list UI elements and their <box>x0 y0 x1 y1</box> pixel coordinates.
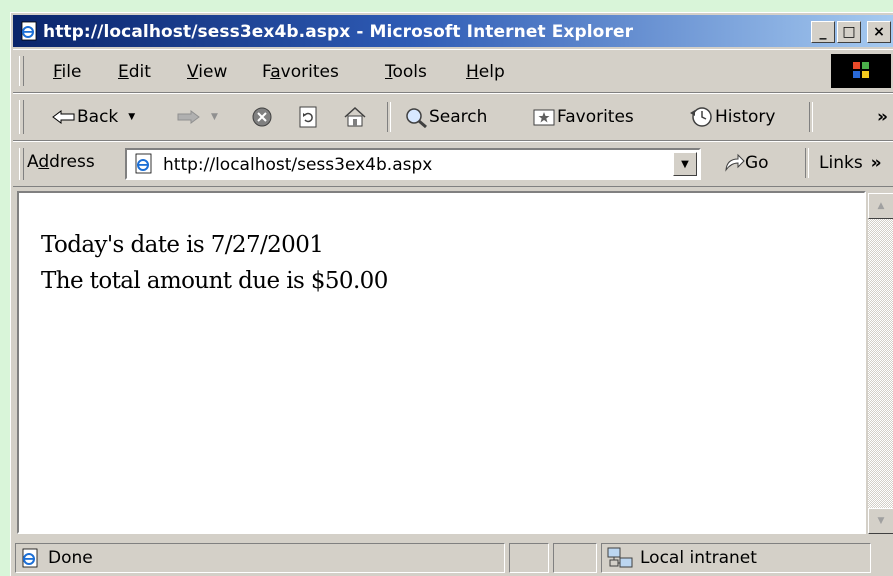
favorites-button[interactable]: Favorites <box>531 104 634 130</box>
ie-page-icon <box>135 153 152 174</box>
refresh-button[interactable] <box>297 104 319 130</box>
toolbar-separator <box>387 102 391 132</box>
menu-edit[interactable]: Edit <box>118 62 151 82</box>
toolbar-overflow-chevron[interactable]: » <box>877 104 888 130</box>
status-pane-progress <box>509 543 549 573</box>
close-button[interactable]: × <box>867 21 891 43</box>
stop-icon <box>252 107 272 127</box>
menu-bar: File Edit View Favorites Tools Help <box>13 49 893 93</box>
stop-button[interactable] <box>251 104 273 130</box>
address-label: Address <box>27 152 95 172</box>
back-arrow-icon <box>52 110 75 124</box>
amount-line: The total amount due is $50.00 <box>41 268 388 294</box>
status-pane-secure <box>553 543 597 573</box>
menu-file[interactable]: File <box>53 62 81 82</box>
go-button[interactable]: Go <box>723 150 769 176</box>
windows-logo <box>831 54 891 88</box>
address-bar: Address http://localhost/sess3ex4b.aspx … <box>13 141 893 187</box>
toolbar-separator <box>809 102 813 132</box>
local-intranet-icon <box>607 547 633 568</box>
menu-favorites[interactable]: Favorites <box>262 62 339 82</box>
maximize-button[interactable]: □ <box>837 21 861 43</box>
minimize-button[interactable]: _ <box>811 21 835 43</box>
vertical-scrollbar[interactable]: ▲ ▼ <box>868 193 893 534</box>
page-viewport[interactable]: Today's date is 7/27/2001 The total amou… <box>17 191 866 534</box>
scroll-up-icon[interactable]: ▲ <box>868 193 893 219</box>
windows-flag-icon <box>853 62 869 78</box>
browser-window: http://localhost/sess3ex4b.aspx - Micros… <box>10 12 893 576</box>
history-icon <box>690 107 712 127</box>
toolbar-grip[interactable] <box>19 100 24 134</box>
back-button[interactable]: Back ▼ <box>51 104 135 130</box>
scroll-down-icon[interactable]: ▼ <box>868 508 893 534</box>
history-button[interactable]: History <box>687 104 775 130</box>
back-dropdown-icon[interactable]: ▼ <box>128 112 135 122</box>
page-content: Today's date is 7/27/2001 The total amou… <box>41 227 388 299</box>
status-pane-main: Done <box>15 543 505 573</box>
address-url[interactable]: http://localhost/sess3ex4b.aspx <box>163 155 432 175</box>
status-pane-zone: Local intranet <box>601 543 871 573</box>
links-button[interactable]: Links » <box>819 150 882 176</box>
menu-view[interactable]: View <box>187 62 227 82</box>
search-icon <box>406 108 427 128</box>
home-button[interactable] <box>343 104 367 130</box>
address-dropdown-icon[interactable]: ▼ <box>673 152 697 176</box>
menu-grip[interactable] <box>19 56 24 86</box>
ie-page-icon <box>22 548 38 568</box>
address-grip[interactable] <box>19 148 24 180</box>
links-overflow-chevron[interactable]: » <box>871 153 882 173</box>
status-text: Done <box>48 548 93 568</box>
forward-arrow-icon <box>177 110 200 124</box>
window-title: http://localhost/sess3ex4b.aspx - Micros… <box>43 22 634 42</box>
address-separator <box>805 148 809 178</box>
forward-button[interactable]: ▼ <box>175 104 218 130</box>
home-icon <box>344 106 366 127</box>
ie-page-icon <box>21 21 37 41</box>
zone-label: Local intranet <box>640 548 757 568</box>
go-arrow-icon <box>725 153 745 172</box>
menu-help[interactable]: Help <box>466 62 505 82</box>
search-button[interactable]: Search <box>403 104 487 130</box>
standard-toolbar: Back ▼ ▼ Search Favorites History » <box>13 93 893 141</box>
menu-tools[interactable]: Tools <box>385 62 427 82</box>
date-line: Today's date is 7/27/2001 <box>41 232 324 258</box>
address-input[interactable]: http://localhost/sess3ex4b.aspx ▼ <box>125 148 701 180</box>
status-bar: Done Local intranet <box>13 540 893 576</box>
title-bar[interactable]: http://localhost/sess3ex4b.aspx - Micros… <box>13 15 893 47</box>
favorites-icon <box>533 109 555 126</box>
forward-dropdown-icon[interactable]: ▼ <box>211 112 218 122</box>
refresh-icon <box>299 106 317 128</box>
